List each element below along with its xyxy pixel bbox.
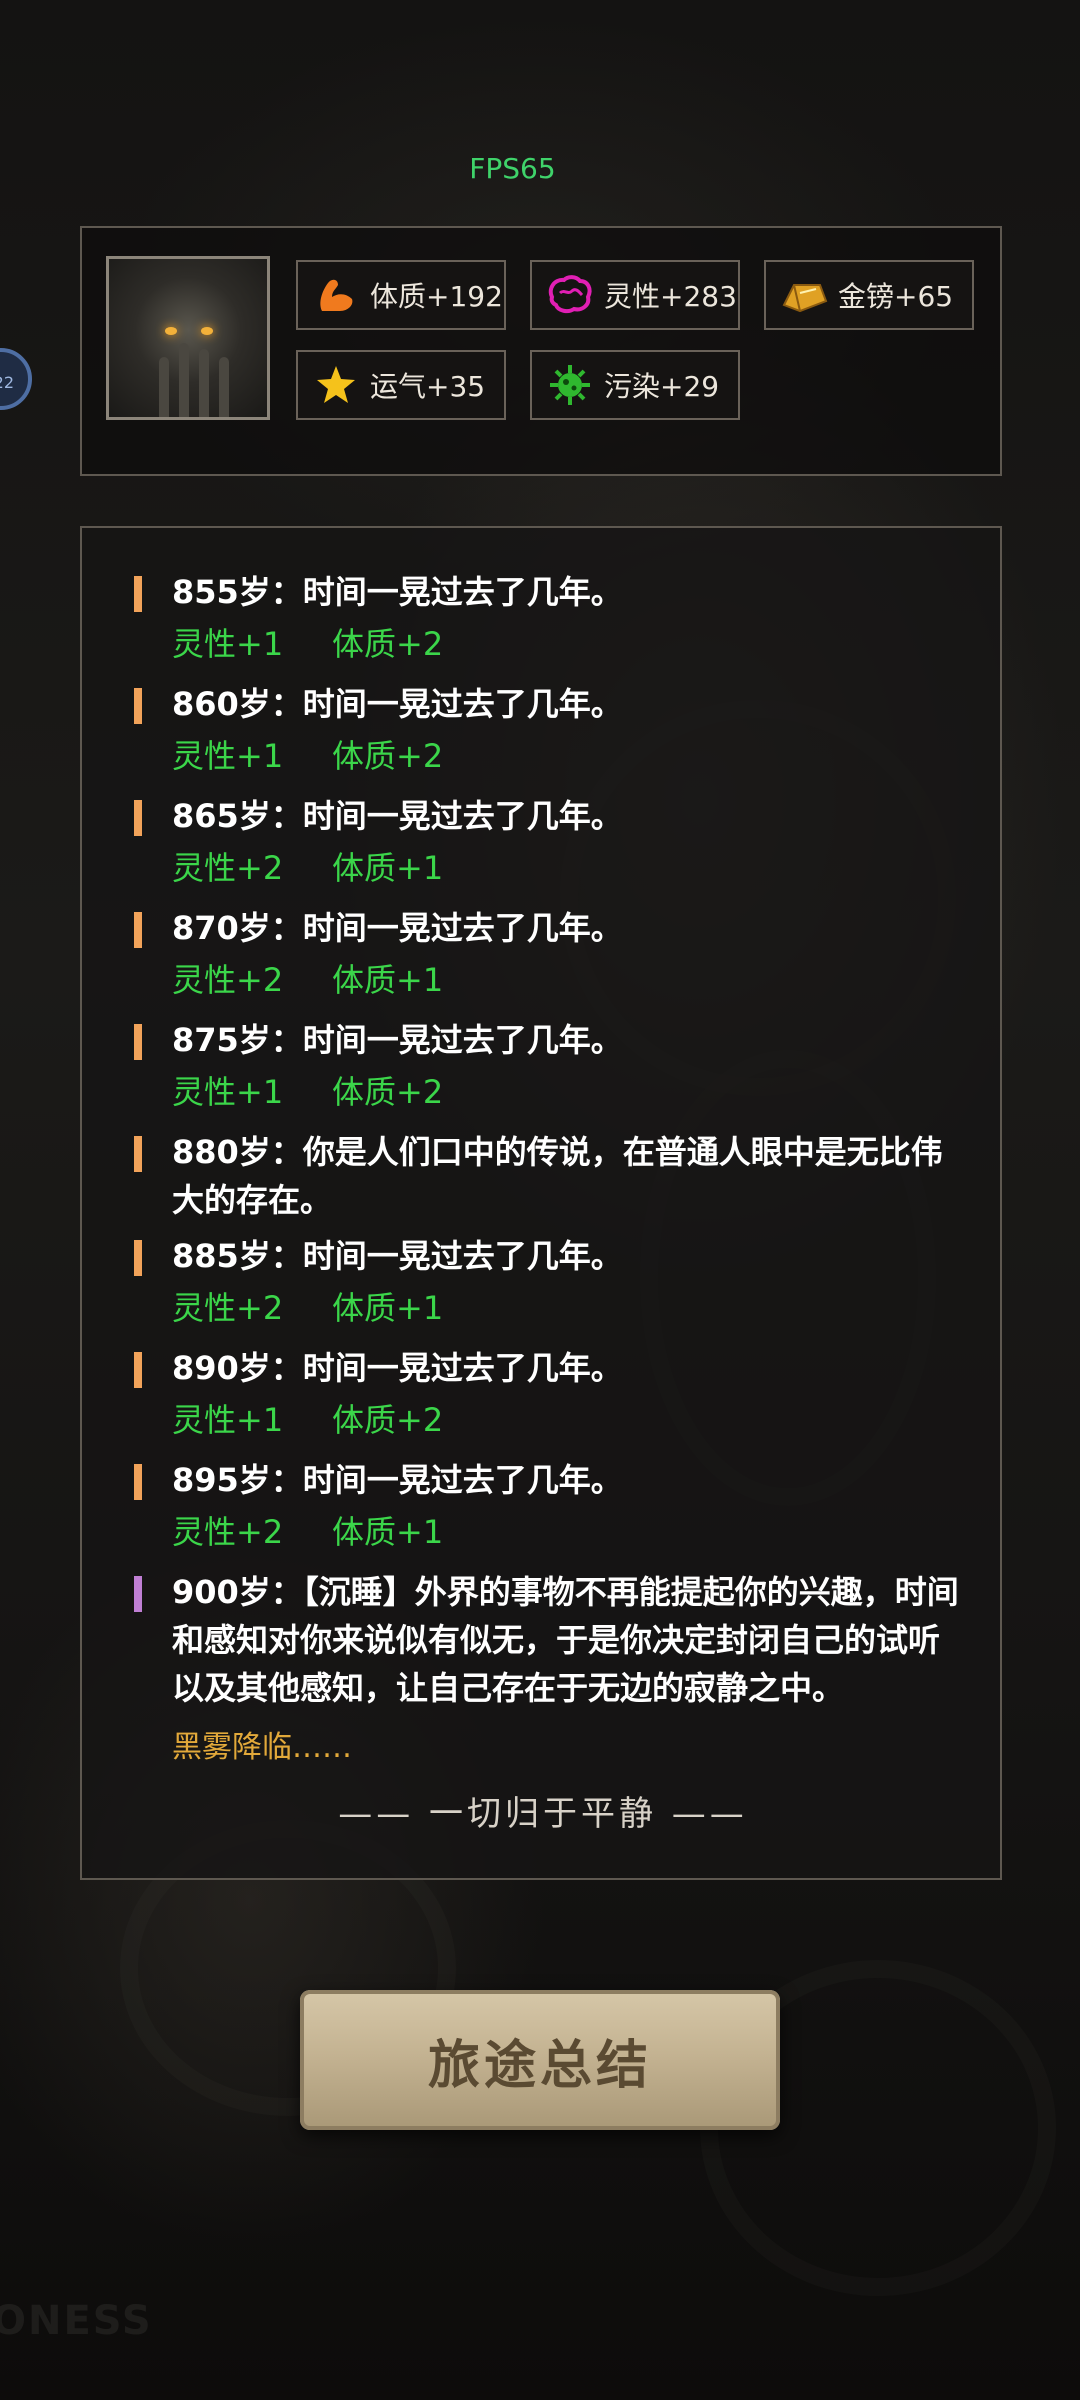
life-log-panel[interactable]: 855岁：时间一晃过去了几年。 灵性+1 体质+2 860岁：时间一晃过去了几年。… bbox=[80, 526, 1002, 1880]
stat-spirituality[interactable]: 灵性+283 bbox=[530, 260, 740, 330]
entry-text: 860岁：时间一晃过去了几年。 bbox=[172, 685, 623, 723]
gain-constitution: 体质+2 bbox=[332, 1401, 444, 1439]
log-entry: 860岁：时间一晃过去了几年。 灵性+1 体质+2 bbox=[134, 680, 964, 784]
character-portrait[interactable] bbox=[106, 256, 270, 420]
stats-panel: 体质+192 灵性+283 金镑+65 运气+35 污染+29 bbox=[80, 226, 1002, 476]
entry-marker bbox=[134, 576, 142, 612]
ending-text: —— 一切归于平静 —— bbox=[338, 1794, 748, 1834]
stat-label: 金镑+65 bbox=[838, 280, 954, 313]
entry-text: 900岁：【沉睡】外界的事物不再能提起你的兴趣，时间和感知对你来说似有似无，于是… bbox=[172, 1573, 959, 1707]
gain-spirituality: 灵性+2 bbox=[172, 1289, 284, 1327]
entry-marker bbox=[134, 1024, 142, 1060]
log-entry: 870岁：时间一晃过去了几年。 灵性+2 体质+1 bbox=[134, 904, 964, 1008]
log-entry: 855岁：时间一晃过去了几年。 灵性+1 体质+2 bbox=[134, 568, 964, 672]
fps-counter: FPS65 bbox=[469, 152, 556, 185]
stat-gold[interactable]: 金镑+65 bbox=[764, 260, 974, 330]
side-level-badge[interactable]: 22 bbox=[0, 348, 32, 410]
entry-gains: 灵性+2 体质+1 bbox=[172, 840, 964, 896]
stat-label: 体质+192 bbox=[370, 280, 503, 313]
entry-gains: 灵性+1 体质+2 bbox=[172, 616, 964, 672]
entry-gains: 灵性+2 体质+1 bbox=[172, 952, 964, 1008]
gain-spirituality: 灵性+1 bbox=[172, 625, 284, 663]
entry-text: 895岁：时间一晃过去了几年。 bbox=[172, 1461, 623, 1499]
log-entry: 895岁：时间一晃过去了几年。 灵性+2 体质+1 bbox=[134, 1456, 964, 1560]
stat-pollution[interactable]: 污染+29 bbox=[530, 350, 740, 420]
entry-marker bbox=[134, 1464, 142, 1500]
entry-marker bbox=[134, 1136, 142, 1172]
entry-gains: 灵性+2 体质+1 bbox=[172, 1280, 964, 1336]
stat-label: 灵性+283 bbox=[604, 280, 737, 313]
entry-marker bbox=[134, 1240, 142, 1276]
log-entry: 875岁：时间一晃过去了几年。 灵性+1 体质+2 bbox=[134, 1016, 964, 1120]
portrait-tentacle bbox=[179, 343, 189, 417]
gain-constitution: 体质+2 bbox=[332, 1073, 444, 1111]
gain-spirituality: 灵性+2 bbox=[172, 1513, 284, 1551]
entry-marker bbox=[134, 688, 142, 724]
black-fog-notice: 黑雾降临…… bbox=[172, 1730, 352, 1765]
gain-spirituality: 灵性+1 bbox=[172, 737, 284, 775]
gain-constitution: 体质+1 bbox=[332, 1513, 444, 1551]
entry-text: 870岁：时间一晃过去了几年。 bbox=[172, 909, 623, 947]
background-watermark: ONESS bbox=[0, 2298, 153, 2344]
entry-gains: 灵性+1 体质+2 bbox=[172, 1392, 964, 1448]
entry-text: 865岁：时间一晃过去了几年。 bbox=[172, 797, 623, 835]
gain-constitution: 体质+1 bbox=[332, 961, 444, 999]
stat-luck[interactable]: 运气+35 bbox=[296, 350, 506, 420]
entry-marker bbox=[134, 1352, 142, 1388]
entry-gains: 灵性+1 体质+2 bbox=[172, 728, 964, 784]
portrait-eye bbox=[165, 327, 177, 335]
stat-label: 运气+35 bbox=[370, 370, 486, 403]
gain-constitution: 体质+2 bbox=[332, 737, 444, 775]
entry-marker bbox=[134, 912, 142, 948]
brain-icon bbox=[546, 271, 594, 319]
gain-constitution: 体质+2 bbox=[332, 625, 444, 663]
log-entry-final: 900岁：【沉睡】外界的事物不再能提起你的兴趣，时间和感知对你来说似有似无，于是… bbox=[134, 1568, 964, 1712]
log-entry: 865岁：时间一晃过去了几年。 灵性+2 体质+1 bbox=[134, 792, 964, 896]
entry-text: 875岁：时间一晃过去了几年。 bbox=[172, 1021, 623, 1059]
gain-constitution: 体质+1 bbox=[332, 849, 444, 887]
gain-spirituality: 灵性+2 bbox=[172, 849, 284, 887]
entry-text: 890岁：时间一晃过去了几年。 bbox=[172, 1349, 623, 1387]
gold-ingot-icon bbox=[780, 271, 828, 319]
log-entries: 855岁：时间一晃过去了几年。 灵性+1 体质+2 860岁：时间一晃过去了几年。… bbox=[134, 568, 964, 1776]
entry-text: 885岁：时间一晃过去了几年。 bbox=[172, 1237, 623, 1275]
portrait-tentacle bbox=[199, 349, 209, 417]
portrait-tentacle bbox=[159, 357, 169, 417]
game-screen: FPS65 22 体质+192 灵性+283 bbox=[0, 0, 1080, 2400]
portrait-eye bbox=[201, 327, 213, 335]
stat-label: 污染+29 bbox=[604, 370, 720, 403]
log-entry: 880岁：你是人们口中的传说，在普通人眼中是无比伟大的存在。 bbox=[134, 1128, 964, 1224]
entry-marker bbox=[134, 1576, 142, 1612]
gain-constitution: 体质+1 bbox=[332, 1289, 444, 1327]
virus-icon bbox=[546, 361, 594, 409]
entry-gains: 灵性+2 体质+1 bbox=[172, 1504, 964, 1560]
star-icon bbox=[312, 361, 360, 409]
journey-summary-button[interactable]: 旅途总结 bbox=[300, 1990, 780, 2130]
entry-text: 880岁：你是人们口中的传说，在普通人眼中是无比伟大的存在。 bbox=[172, 1133, 943, 1219]
portrait-tentacle bbox=[219, 357, 229, 417]
log-entry: 890岁：时间一晃过去了几年。 灵性+1 体质+2 bbox=[134, 1344, 964, 1448]
entry-marker bbox=[134, 800, 142, 836]
log-entry: 885岁：时间一晃过去了几年。 灵性+2 体质+1 bbox=[134, 1232, 964, 1336]
entry-text: 855岁：时间一晃过去了几年。 bbox=[172, 573, 623, 611]
gain-spirituality: 灵性+2 bbox=[172, 961, 284, 999]
gain-spirituality: 灵性+1 bbox=[172, 1401, 284, 1439]
stat-constitution[interactable]: 体质+192 bbox=[296, 260, 506, 330]
muscle-icon bbox=[312, 271, 360, 319]
entry-gains: 灵性+1 体质+2 bbox=[172, 1064, 964, 1120]
gain-spirituality: 灵性+1 bbox=[172, 1073, 284, 1111]
